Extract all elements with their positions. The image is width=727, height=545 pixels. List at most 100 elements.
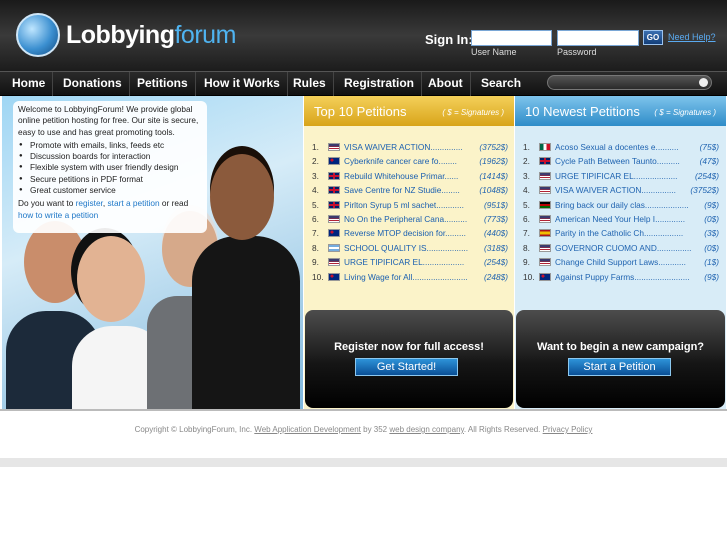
petition-title-link[interactable]: Acoso Sexual a docentes e.......... bbox=[555, 140, 705, 154]
petition-rank: 1. bbox=[523, 142, 530, 152]
need-help-link[interactable]: Need Help? bbox=[668, 32, 716, 42]
register-link[interactable]: register bbox=[76, 198, 103, 208]
petition-rank: 3. bbox=[312, 170, 319, 181]
go-button[interactable]: GO bbox=[643, 30, 663, 45]
newest-subtitle: ( $ = Signatures ) bbox=[654, 108, 716, 117]
petition-row[interactable]: 6. No On the Peripheral Cana.......... (77… bbox=[312, 212, 508, 226]
petition-row[interactable]: 3. Rebuild Whitehouse Primar...... (1414$) bbox=[312, 169, 508, 183]
petition-row[interactable]: 3. URGE TIPIFICAR EL................... (2… bbox=[523, 169, 719, 183]
petition-rank: 3. bbox=[523, 170, 530, 181]
petition-row[interactable]: 10. Against Puppy Farms..................… bbox=[523, 270, 719, 284]
signature-count: (47$) bbox=[699, 156, 719, 167]
petition-row[interactable]: 8. SCHOOL QUALITY IS.................. (31… bbox=[312, 241, 508, 255]
site-logo[interactable]: Lobbyingforum bbox=[66, 21, 236, 50]
signature-count: (75$) bbox=[699, 142, 719, 152]
signature-count: (3752$) bbox=[479, 142, 508, 152]
petition-row[interactable]: 2. Cyberknife cancer care fo........ (1962… bbox=[312, 154, 508, 168]
search-input[interactable] bbox=[547, 75, 712, 90]
petition-row[interactable]: 5. Bring back our daily clas.............… bbox=[523, 198, 719, 212]
person-head-right bbox=[210, 154, 274, 240]
start-petition-link[interactable]: start a petition bbox=[108, 198, 160, 208]
petition-row[interactable]: 4. Save Centre for NZ Studie........ (1048… bbox=[312, 183, 508, 197]
petition-row[interactable]: 4. VISA WAIVER ACTION............... (3752… bbox=[523, 183, 719, 197]
how-to-write-link[interactable]: how to write a petition bbox=[18, 210, 98, 220]
petition-title-link[interactable]: Rebuild Whitehouse Primar...... bbox=[344, 169, 494, 183]
petition-row[interactable]: 7. Reverse MTOP decision for......... (440… bbox=[312, 226, 508, 240]
petition-title-link[interactable]: Bring back our daily clas...............… bbox=[555, 198, 705, 212]
signature-count: (440$) bbox=[484, 228, 508, 239]
petition-title-link[interactable]: Parity in the Catholic Ch...............… bbox=[555, 226, 705, 240]
petition-rank: 8. bbox=[312, 242, 319, 253]
petition-title-link[interactable]: URGE TIPIFICAR EL................... bbox=[555, 169, 705, 183]
petition-title-link[interactable]: Against Puppy Farms.....................… bbox=[555, 270, 705, 284]
petition-rank: 10. bbox=[312, 271, 324, 282]
signature-count: (951$) bbox=[484, 199, 508, 210]
petition-rank: 5. bbox=[523, 199, 530, 210]
petition-title-link[interactable]: Cycle Path Between Taunto.......... bbox=[555, 154, 705, 168]
search-icon[interactable] bbox=[699, 78, 708, 87]
footer-rights: . All Rights Reserved. bbox=[463, 425, 543, 434]
petition-title-link[interactable]: American Need Your Help I............. bbox=[555, 212, 705, 226]
country-flag-icon bbox=[328, 272, 340, 281]
signature-count: (1414$) bbox=[479, 170, 508, 181]
username-input[interactable] bbox=[471, 30, 552, 46]
globe-logo-icon[interactable] bbox=[16, 13, 60, 57]
country-flag-icon bbox=[328, 143, 340, 151]
nav-search[interactable]: Search bbox=[474, 72, 528, 96]
petition-rank: 7. bbox=[312, 228, 319, 239]
petition-row[interactable]: 6. American Need Your Help I.............… bbox=[523, 212, 719, 226]
petition-title-link[interactable]: VISA WAIVER ACTION.............. bbox=[344, 140, 494, 154]
person-head-woman bbox=[77, 236, 145, 322]
start-petition-button[interactable]: Start a Petition bbox=[568, 358, 671, 376]
register-cta: Register now for full access! Get Starte… bbox=[305, 310, 513, 408]
footer-link-webdesign[interactable]: web design company bbox=[389, 425, 464, 434]
footer-link-webapp[interactable]: Web Application Development bbox=[254, 425, 361, 434]
petition-title-link[interactable]: Pirlton Syrup 5 ml sachet............ bbox=[344, 198, 494, 212]
nav-rules[interactable]: Rules bbox=[286, 72, 334, 96]
petition-title-link[interactable]: SCHOOL QUALITY IS.................. bbox=[344, 241, 494, 255]
petition-row[interactable]: 7. Parity in the Catholic Ch.............… bbox=[523, 226, 719, 240]
petition-row[interactable]: 2. Cycle Path Between Taunto.......... (47… bbox=[523, 154, 719, 168]
nav-registration[interactable]: Registration bbox=[337, 72, 423, 96]
petition-title-link[interactable]: Living Wage for All.....................… bbox=[344, 270, 494, 284]
petition-rank: 8. bbox=[523, 242, 530, 253]
signature-count: (318$) bbox=[484, 242, 508, 253]
nav-donations[interactable]: Donations bbox=[56, 72, 130, 96]
petition-rank: 4. bbox=[523, 185, 530, 196]
footer-link-privacy[interactable]: Privacy Policy bbox=[543, 425, 593, 434]
country-flag-icon bbox=[328, 229, 340, 238]
feature-item: Discussion boards for interaction bbox=[18, 151, 202, 163]
signature-count: (1048$) bbox=[479, 185, 508, 196]
petition-row[interactable]: 9. Change Child Support Laws............(… bbox=[523, 255, 719, 269]
petition-title-link[interactable]: VISA WAIVER ACTION............... bbox=[555, 183, 705, 197]
petition-title-link[interactable]: Change Child Support Laws............ bbox=[555, 255, 705, 269]
petition-row[interactable]: 5. Pirlton Syrup 5 ml sachet............(… bbox=[312, 198, 508, 212]
newest-title: 10 Newest Petitions bbox=[525, 104, 640, 119]
nav-about[interactable]: About bbox=[421, 72, 471, 96]
nav-petitions[interactable]: Petitions bbox=[130, 72, 196, 96]
feature-item: Promote with emails, links, feeds etc bbox=[18, 140, 202, 152]
country-flag-icon bbox=[328, 157, 340, 166]
petition-row[interactable]: 9. URGE TIPIFICAR EL.................. (25… bbox=[312, 255, 508, 269]
logo-text-forum: forum bbox=[174, 21, 236, 49]
petition-row[interactable]: 1. Acoso Sexual a docentes e.......... (75… bbox=[523, 140, 719, 154]
petition-row[interactable]: 1. VISA WAIVER ACTION.............. (3752$… bbox=[312, 140, 508, 154]
nav-home[interactable]: Home bbox=[5, 72, 54, 96]
newest-list: 1. Acoso Sexual a docentes e.......... (75… bbox=[523, 140, 719, 284]
petition-title-link[interactable]: Save Centre for NZ Studie........ bbox=[344, 183, 494, 197]
nav-how-it-works[interactable]: How it Works bbox=[197, 72, 288, 96]
petition-rank: 2. bbox=[523, 156, 530, 167]
password-input[interactable] bbox=[557, 30, 639, 46]
petition-row[interactable]: 10. Living Wage for All..................… bbox=[312, 270, 508, 284]
bottom-bar bbox=[0, 458, 727, 467]
petition-title-link[interactable]: URGE TIPIFICAR EL.................. bbox=[344, 255, 494, 269]
feature-item: Secure petitions in PDF format bbox=[18, 174, 202, 186]
petition-title-link[interactable]: GOVERNOR CUOMO AND............... bbox=[555, 241, 705, 255]
footer: Copyright © LobbyingForum, Inc. Web Appl… bbox=[0, 425, 727, 434]
petition-row[interactable]: 8. GOVERNOR CUOMO AND............... (0$) bbox=[523, 241, 719, 255]
petition-title-link[interactable]: No On the Peripheral Cana.......... bbox=[344, 212, 494, 226]
petition-title-link[interactable]: Reverse MTOP decision for......... bbox=[344, 226, 494, 240]
get-started-button[interactable]: Get Started! bbox=[355, 358, 458, 376]
petition-title-link[interactable]: Cyberknife cancer care fo........ bbox=[344, 154, 494, 168]
signature-count: (3752$) bbox=[690, 185, 719, 196]
